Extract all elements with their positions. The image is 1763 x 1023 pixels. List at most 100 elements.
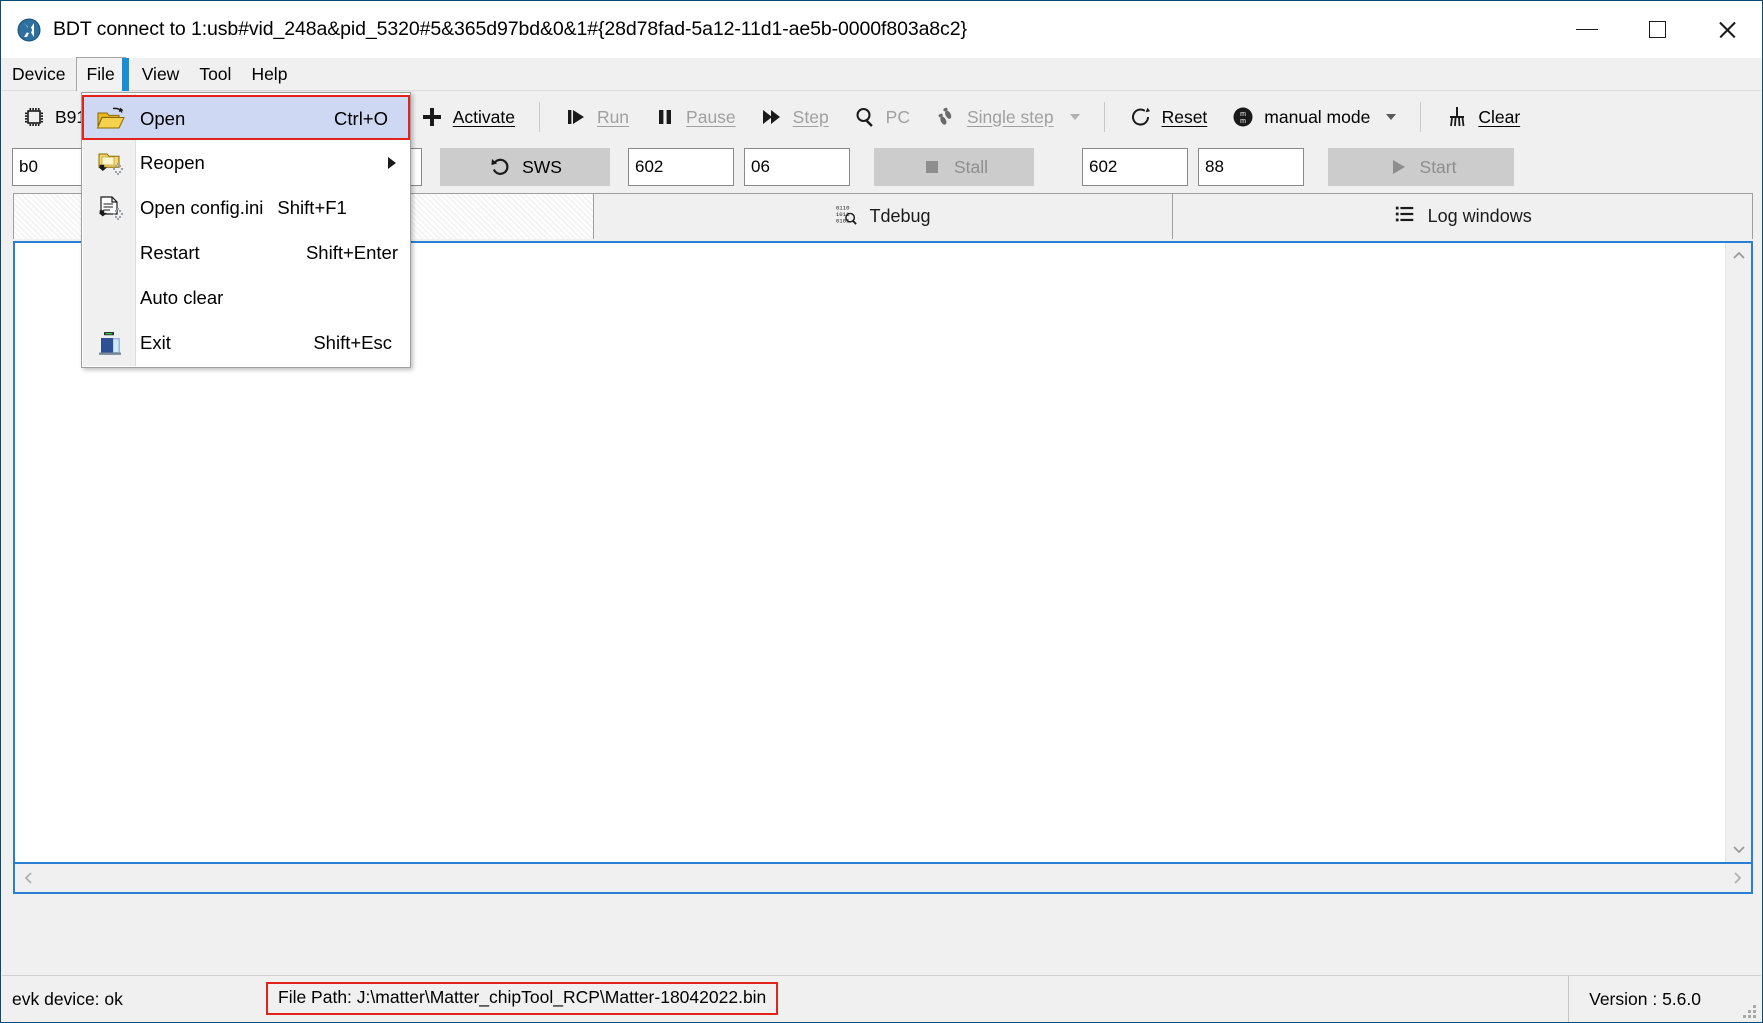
toolbar-separator-1 — [538, 102, 540, 132]
run-button[interactable]: Run — [552, 96, 641, 138]
tab-tdebug[interactable]: 0110 1011 0101 Tdebug — [593, 193, 1174, 239]
minimize-icon — [1576, 28, 1598, 31]
run-label: Run — [596, 106, 630, 127]
menu-item-open[interactable]: Open Ctrl+O — [82, 95, 410, 140]
footsteps-icon — [934, 105, 958, 129]
status-version: Version : 5.6.0 — [1568, 976, 1701, 1022]
menu-item-restart-accel: Shift+Enter — [305, 241, 398, 263]
reset-button[interactable]: Reset — [1117, 96, 1220, 138]
reset-label: Reset — [1161, 106, 1208, 127]
single-step-chevron-down-icon[interactable] — [1069, 114, 1080, 120]
status-device-text: evk device: ok — [12, 988, 123, 1009]
toolbar-separator-3 — [1420, 102, 1422, 132]
scroll-up-arrow-icon[interactable] — [1726, 243, 1752, 269]
run-icon — [564, 105, 588, 129]
maximize-button[interactable] — [1622, 1, 1692, 58]
reset-icon — [1129, 105, 1153, 129]
field-602-a[interactable]: 602 — [628, 148, 734, 186]
menu-help[interactable]: Help — [241, 58, 297, 91]
maximize-icon — [1648, 21, 1666, 38]
menu-item-reopen[interactable]: Reopen — [82, 140, 410, 185]
pause-label: Pause — [686, 106, 736, 127]
activate-button[interactable]: Activate — [408, 96, 527, 138]
tab-log-windows-label: Log windows — [1427, 206, 1532, 226]
play-triangle-icon — [1386, 155, 1410, 179]
menu-file[interactable]: File — [75, 57, 129, 92]
menu-item-open-label: Open — [140, 107, 186, 129]
manual-mode-button[interactable]: m m manual mode — [1219, 96, 1408, 138]
tab-tdebug-label: Tdebug — [869, 206, 931, 226]
stop-square-icon — [920, 155, 944, 179]
toolbar-separator-2 — [1103, 102, 1105, 132]
menu-tool[interactable]: Tool — [189, 58, 241, 91]
submenu-arrow-icon — [388, 156, 396, 169]
menu-item-open-config[interactable]: Open config.ini Shift+F1 — [82, 185, 410, 230]
exit-door-icon — [88, 330, 134, 356]
status-version-text: Version : 5.6.0 — [1589, 989, 1701, 1009]
pause-icon — [653, 105, 677, 129]
start-button[interactable]: Start — [1328, 148, 1514, 186]
menu-item-auto-clear-label: Auto clear — [140, 286, 224, 308]
menu-item-auto-clear[interactable]: Auto clear — [82, 275, 410, 320]
menu-device[interactable]: Device — [2, 58, 76, 91]
single-step-button[interactable]: Single step — [922, 96, 1092, 138]
field-88[interactable]: 88 — [1198, 148, 1304, 186]
single-step-label: Single step — [966, 106, 1054, 127]
pause-button[interactable]: Pause — [641, 96, 748, 138]
bdt-app-icon — [17, 18, 41, 42]
minimize-button[interactable] — [1552, 1, 1622, 58]
menu-item-open-config-label: Open config.ini — [140, 196, 264, 218]
manual-mode-chevron-down-icon[interactable] — [1386, 114, 1397, 120]
start-label: Start — [1419, 156, 1457, 177]
scroll-down-arrow-icon[interactable] — [1726, 836, 1752, 862]
step-icon — [760, 105, 784, 129]
horizontal-scrollbar[interactable] — [13, 864, 1753, 894]
mode-circle-icon: m m — [1231, 105, 1255, 129]
scroll-right-arrow-icon[interactable] — [1723, 864, 1751, 892]
menu-item-exit[interactable]: Exit Shift+Esc — [82, 320, 410, 365]
close-icon — [1717, 20, 1737, 40]
folder-open-icon — [88, 106, 134, 132]
window-controls — [1552, 1, 1762, 58]
menu-view[interactable]: View — [132, 58, 190, 91]
title-bar: BDT connect to 1:usb#vid_248a&pid_5320#5… — [1, 1, 1762, 58]
menu-bar: Device File View Tool Help — [2, 57, 1761, 92]
document-reload-icon — [88, 195, 134, 221]
sws-button[interactable]: SWS — [440, 148, 610, 186]
clear-button[interactable]: Clear — [1433, 96, 1532, 138]
step-button[interactable]: Step — [748, 96, 841, 138]
plus-icon — [420, 105, 444, 129]
file-dropdown-menu: Open Ctrl+O Reopen Open config.ini Shift… — [81, 92, 411, 368]
menu-item-reopen-label: Reopen — [140, 151, 205, 173]
vertical-scrollbar[interactable] — [1725, 243, 1751, 862]
resize-grip[interactable] — [1740, 1002, 1756, 1018]
sws-label: SWS — [522, 156, 562, 177]
close-button[interactable] — [1692, 1, 1762, 58]
magnifier-icon — [853, 105, 877, 129]
application-window: BDT connect to 1:usb#vid_248a&pid_5320#5… — [0, 0, 1763, 1023]
binary-search-icon: 0110 1011 0101 — [835, 203, 858, 230]
field-06[interactable]: 06 — [744, 148, 850, 186]
menu-item-restart[interactable]: Restart Shift+Enter — [82, 230, 410, 275]
menu-item-restart-label: Restart — [140, 241, 200, 263]
pc-label: PC — [885, 106, 910, 127]
status-file-path-text: File Path: J:\matter\Matter_chipTool_RCP… — [278, 987, 767, 1007]
clear-rake-icon — [1445, 105, 1469, 129]
list-lines-icon — [1394, 203, 1416, 230]
pc-button[interactable]: PC — [841, 96, 922, 138]
stall-button[interactable]: Stall — [874, 148, 1034, 186]
svg-text:m: m — [1240, 111, 1246, 118]
status-bar: evk device: ok File Path: J:\matter\Matt… — [2, 975, 1761, 1022]
menu-item-open-accel: Ctrl+O — [334, 107, 388, 129]
menu-item-exit-label: Exit — [140, 331, 171, 353]
refresh-icon — [488, 155, 512, 179]
window-title: BDT connect to 1:usb#vid_248a&pid_5320#5… — [53, 18, 967, 40]
svg-text:m: m — [1240, 118, 1246, 125]
manual-mode-label: manual mode — [1264, 106, 1371, 127]
menu-item-exit-accel: Shift+Esc — [313, 331, 392, 353]
step-label: Step — [792, 106, 829, 127]
scroll-left-arrow-icon[interactable] — [15, 864, 43, 892]
folder-reopen-icon — [88, 150, 134, 176]
field-602-b[interactable]: 602 — [1082, 148, 1188, 186]
tab-log-windows[interactable]: Log windows — [1173, 193, 1754, 239]
